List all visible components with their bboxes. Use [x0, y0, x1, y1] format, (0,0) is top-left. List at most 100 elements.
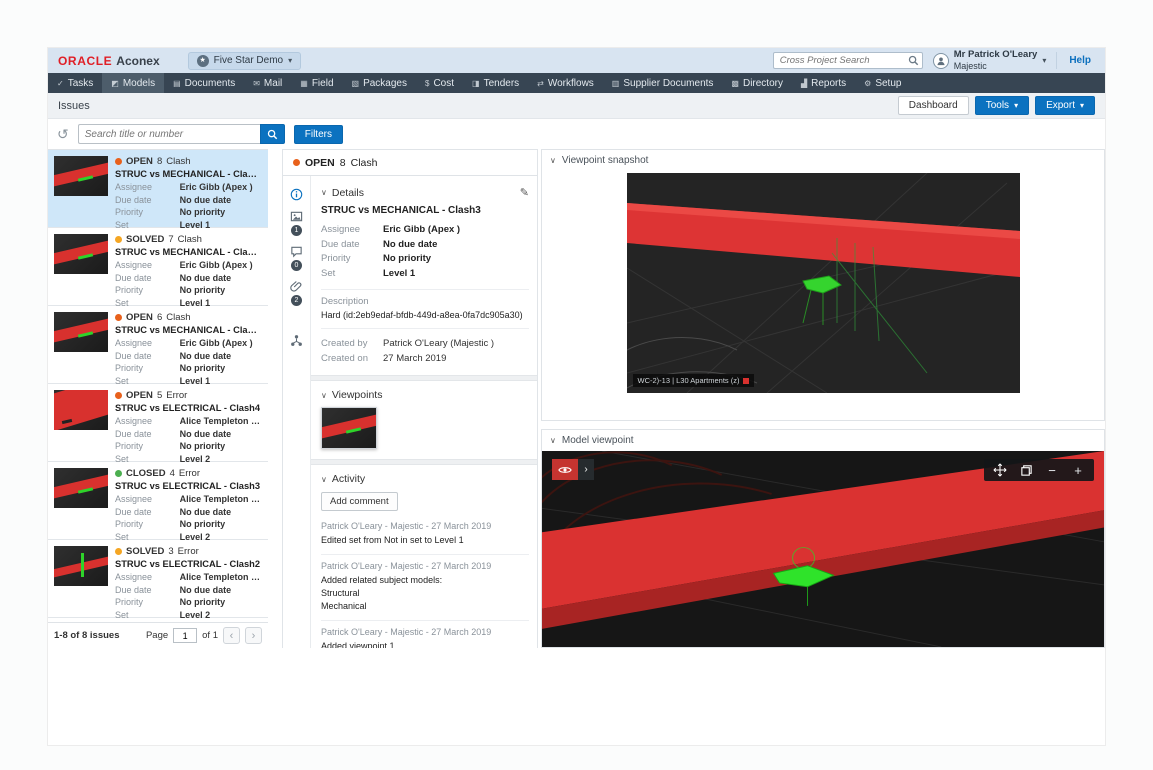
- visibility-button[interactable]: [552, 459, 578, 480]
- nav-tab[interactable]: $ Cost: [416, 73, 463, 93]
- status-dot: [115, 236, 122, 243]
- attachments-tab[interactable]: 2: [290, 280, 303, 306]
- details-section-toggle[interactable]: ∨ Details ✎: [321, 186, 529, 200]
- page-input[interactable]: [173, 628, 198, 643]
- viewpoints-section-toggle[interactable]: ∨ Viewpoints: [321, 389, 529, 401]
- priority-value: No priority: [179, 285, 226, 295]
- nav-tab[interactable]: ▦ Field: [291, 73, 342, 93]
- due-date-label: Due date: [115, 428, 152, 439]
- nav-tab-label: Models: [122, 77, 156, 89]
- model-section-toggle[interactable]: ∨ Model viewpoint: [542, 430, 1104, 451]
- created-on-label: Created on: [321, 352, 369, 364]
- filters-button[interactable]: Filters: [293, 124, 343, 144]
- assignee-value: Alice Templeton (Enzic...: [179, 494, 262, 504]
- user-menu[interactable]: Mr Patrick O'Leary Majestic ▾: [932, 49, 1047, 71]
- issue-detail-panel: OPEN 8 Clash 1 0 2 ∨ Details ✎ STRUC vs …: [282, 149, 538, 648]
- issues-toolbar: ↺ Filters: [48, 119, 1105, 149]
- activity-section-toggle[interactable]: ∨ Activity: [321, 473, 529, 485]
- issue-content: OPEN 8 Clash STRUC vs MECHANICAL - Clash…: [115, 156, 262, 230]
- set-label: Set: [115, 297, 129, 308]
- help-button[interactable]: Help: [1056, 52, 1095, 69]
- pan-button[interactable]: [988, 460, 1012, 480]
- issue-type: Clash: [177, 234, 202, 245]
- assignee-label: Assignee: [115, 260, 153, 270]
- activity-text: Added related subject models: Structural M…: [321, 575, 443, 611]
- created-by-value: Patrick O'Leary (Majestic ): [383, 338, 495, 349]
- model-left-overlay: ›: [552, 459, 594, 480]
- priority-value: No priority: [383, 253, 432, 264]
- zoom-out-button[interactable]: −: [1040, 460, 1064, 480]
- cross-project-search-input[interactable]: [772, 52, 923, 69]
- project-selector[interactable]: ★ Five Star Demo ▾: [187, 51, 302, 70]
- issue-type: Error: [178, 468, 201, 479]
- viewpoints-tab[interactable]: 1: [290, 210, 303, 236]
- issue-thumbnail: [54, 546, 108, 586]
- nav-tab[interactable]: ◨ Tenders: [463, 73, 528, 93]
- edit-button[interactable]: ✎: [520, 186, 529, 199]
- nav-tab[interactable]: ▩ Directory: [722, 73, 792, 93]
- set-value: Level 1: [179, 219, 211, 230]
- detail-scroll-area[interactable]: ∨ Details ✎ STRUC vs MECHANICAL - Clash3…: [311, 176, 537, 648]
- related-models-tab[interactable]: [290, 334, 303, 347]
- nav-tab[interactable]: ◩ Models: [102, 73, 165, 93]
- pan-icon: [993, 463, 1007, 477]
- activity-meta: Patrick O'Leary - Majestic - 27 March 20…: [321, 561, 492, 571]
- issue-list-item[interactable]: OPEN 8 Clash STRUC vs MECHANICAL - Clash…: [48, 150, 268, 230]
- detail-status-dot: [293, 159, 300, 166]
- add-comment-button[interactable]: Add comment: [321, 492, 398, 511]
- activity-entry: Patrick O'Leary - Majestic - 27 March 20…: [321, 621, 529, 648]
- chevron-down-icon: ▾: [1042, 56, 1047, 65]
- assignee-value: Eric Gibb (Apex ): [179, 260, 253, 270]
- issue-content: OPEN 6 Clash STRUC vs MECHANICAL - Clash…: [115, 312, 262, 386]
- assignee-label: Assignee: [115, 572, 153, 582]
- dashboard-button[interactable]: Dashboard: [897, 96, 969, 115]
- attachments-count-badge: 2: [291, 295, 302, 306]
- issue-list-item[interactable]: OPEN 5 Error STRUC vs ELECTRICAL - Clash…: [48, 384, 268, 464]
- nav-tab-icon: ◨: [472, 78, 480, 88]
- main-content: OPEN 8 Clash STRUC vs MECHANICAL - Clash…: [48, 149, 1105, 648]
- issue-search-input[interactable]: [77, 124, 260, 144]
- comments-tab[interactable]: 0: [290, 245, 303, 271]
- nav-tab-label: Directory: [742, 77, 783, 89]
- viewpoint-snapshot-panel: ∨ Viewpoint snapshot WC-2)-13 | L30 Apar…: [541, 149, 1105, 421]
- nav-tab[interactable]: ✉ Mail: [244, 73, 291, 93]
- viewpoint-thumbnail[interactable]: [321, 407, 377, 449]
- issue-title: STRUC vs MECHANICAL - Clash1: [115, 325, 262, 335]
- expand-toolbar-button[interactable]: ›: [578, 459, 594, 480]
- nav-tab-icon: ✓: [57, 78, 64, 88]
- issue-thumbnail: [54, 468, 108, 508]
- info-tab[interactable]: [290, 188, 303, 201]
- tools-button[interactable]: Tools ▾: [974, 96, 1030, 115]
- nav-tab-label: Supplier Documents: [623, 77, 714, 89]
- status-dot: [115, 548, 122, 555]
- issue-list-item[interactable]: OPEN 6 Clash STRUC vs MECHANICAL - Clash…: [48, 306, 268, 386]
- nav-tab[interactable]: ▤ Documents: [164, 73, 244, 93]
- search-icon[interactable]: [908, 55, 919, 66]
- zoom-in-button[interactable]: +: [1066, 460, 1090, 480]
- snapshot-image: [596, 172, 1020, 414]
- next-page-button[interactable]: ›: [245, 627, 262, 644]
- issue-list-item[interactable]: CLOSED 4 Error STRUC vs ELECTRICAL - Cla…: [48, 462, 268, 542]
- issue-list-item[interactable]: SOLVED 3 Error STRUC vs ELECTRICAL - Cla…: [48, 540, 268, 620]
- details-section-title: Details: [331, 186, 364, 199]
- nav-tab[interactable]: ⇄ Workflows: [528, 73, 603, 93]
- issue-search-button[interactable]: [259, 124, 285, 144]
- nav-tab[interactable]: ▟ Reports: [792, 73, 855, 93]
- nav-tab[interactable]: ▥ Supplier Documents: [603, 73, 723, 93]
- orbit-button[interactable]: [1014, 460, 1038, 480]
- snapshot-section-toggle[interactable]: ∨ Viewpoint snapshot: [542, 150, 1104, 171]
- set-value: Level 1: [179, 297, 211, 308]
- nav-tab-label: Tenders: [483, 77, 520, 89]
- nav-tab[interactable]: ⚙ Setup: [855, 73, 910, 93]
- assignee-label: Assignee: [115, 416, 153, 426]
- created-on-value: 27 March 2019: [383, 352, 447, 364]
- refresh-button[interactable]: ↺: [57, 127, 69, 141]
- nav-tab-label: Packages: [363, 77, 407, 89]
- nav-tab[interactable]: ✓ Tasks: [48, 73, 102, 93]
- issue-list-item[interactable]: SOLVED 7 Clash STRUC vs MECHANICAL - Cla…: [48, 228, 268, 308]
- set-label: Set: [115, 531, 129, 542]
- prev-page-button[interactable]: ‹: [223, 627, 240, 644]
- export-button[interactable]: Export ▾: [1035, 96, 1095, 115]
- nav-tab[interactable]: ▧ Packages: [343, 73, 416, 93]
- model-view[interactable]: › − +: [542, 451, 1104, 647]
